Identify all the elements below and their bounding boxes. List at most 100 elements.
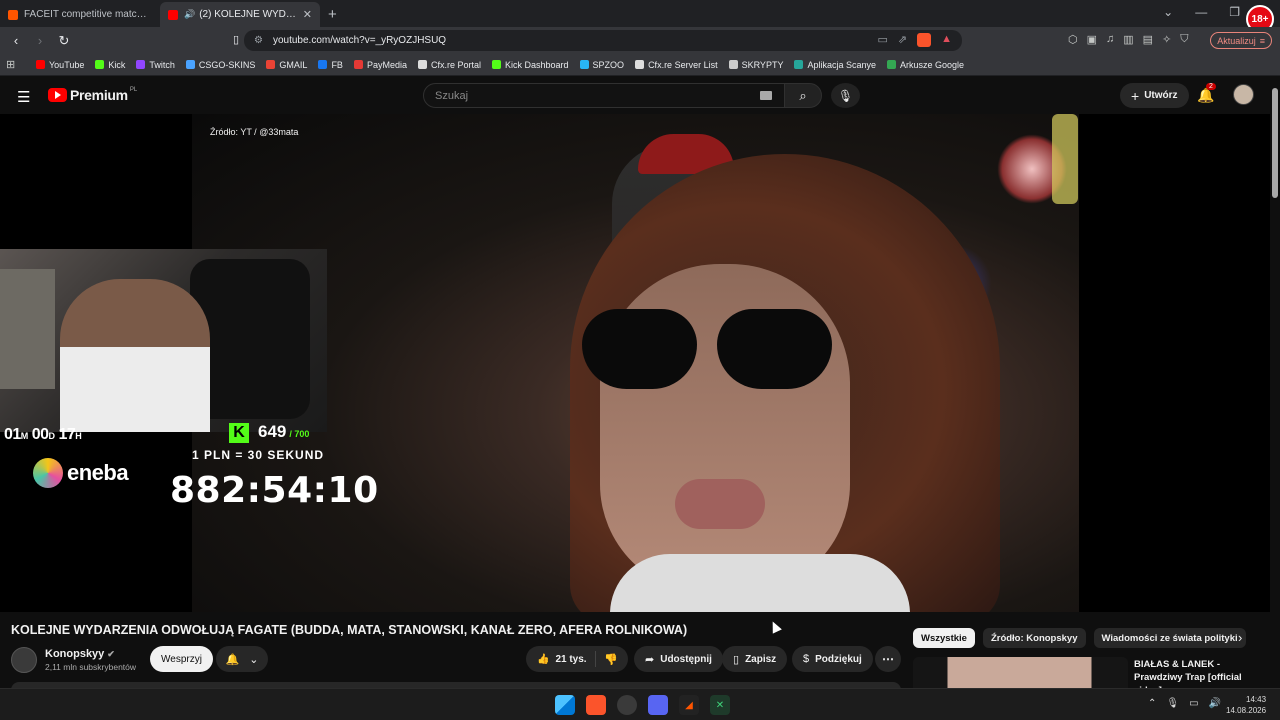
bookmark-favicon-icon	[353, 60, 363, 69]
chip-source[interactable]: Źródło: Konopskyy	[982, 628, 1086, 648]
bookmark-item[interactable]: CSGO-SKINS	[185, 60, 255, 70]
bookmark-item[interactable]: Arkusze Google	[887, 60, 964, 70]
dislike-button[interactable]: 👎	[596, 653, 618, 666]
recommended-thumbnail[interactable]	[913, 657, 1128, 688]
chevron-up-icon[interactable]: ⌃	[1148, 698, 1156, 709]
tab-youtube[interactable]: 🔊 (2) KOLEJNE WYDARZENIA ODWOŁUJĄ FAGATE…	[160, 2, 320, 27]
create-label: Utwórz	[1144, 90, 1178, 101]
obs-icon[interactable]	[617, 695, 637, 715]
video-player[interactable]: Źródło: YT / @33mata 01M 00D 17H K 649 /…	[0, 114, 1270, 612]
bookmark-item[interactable]: Kick	[95, 60, 125, 70]
bookmark-favicon-icon	[492, 60, 501, 69]
volume-icon[interactable]: 🔊	[1209, 698, 1221, 709]
mouse-cursor	[768, 619, 782, 634]
apps-grid-icon[interactable]: ⊞	[6, 58, 18, 71]
verified-icon: ✔	[107, 649, 115, 659]
forward-icon[interactable]: ›	[30, 33, 50, 48]
cast-icon[interactable]: ▭	[877, 33, 887, 47]
notifications-button[interactable]: 🔔 2	[1197, 83, 1216, 104]
vpn-icon[interactable]: ⛉	[1180, 33, 1188, 46]
bookmark-item[interactable]: Kick Dashboard	[492, 60, 569, 70]
channel-name[interactable]: Konopskyy ✔	[45, 648, 115, 660]
chevron-down-icon[interactable]: ⌄	[1163, 5, 1173, 19]
bookmark-icon[interactable]: ▯	[226, 33, 246, 46]
back-icon[interactable]: ‹	[6, 33, 26, 48]
thanks-button[interactable]: $ Podziękuj	[792, 646, 873, 672]
kick-sub-goal: K 649 / 700	[229, 422, 309, 443]
subscription-notification-button[interactable]: 🔔 ⌄	[216, 646, 268, 672]
bookmark-icon: ▯	[733, 653, 740, 666]
youtube-logo[interactable]: Premium PL	[48, 87, 137, 103]
support-button[interactable]: Wesprzyj	[150, 646, 213, 672]
save-button[interactable]: ▯ Zapisz	[722, 646, 788, 672]
reader-icon[interactable]: ▣	[1087, 33, 1097, 46]
tab-faceit[interactable]: FACEIT competitive match - FACEIT.com	[0, 2, 160, 27]
bookmark-item[interactable]: PayMedia	[353, 60, 407, 70]
address-bar[interactable]: ⚙ youtube.com/watch?v=_yRyOZJHSUQ ▭ ⇗ ▲	[244, 30, 962, 51]
excel-icon[interactable]: ✕	[710, 695, 730, 715]
brave-shields-icon[interactable]	[917, 33, 932, 47]
mic-icon[interactable]: 🎙	[1166, 698, 1179, 709]
bookmark-item[interactable]: SPZOO	[579, 60, 624, 70]
share-button[interactable]: ➦ Udostępnij	[634, 646, 723, 672]
chip-all[interactable]: Wszystkie	[913, 628, 975, 648]
minimize-icon[interactable]: —	[1195, 5, 1207, 19]
like-button[interactable]: 👍 21 tys.	[526, 651, 596, 667]
restore-icon[interactable]: ❐	[1229, 5, 1240, 19]
more-actions-button[interactable]: ⋯	[875, 646, 901, 672]
faceit-icon[interactable]: ◢	[679, 695, 699, 715]
chip-politics[interactable]: Wiadomości ze świata polityki	[1093, 628, 1246, 648]
keyboard-icon[interactable]	[760, 91, 772, 100]
save-label: Zapisz	[745, 653, 777, 665]
bookmark-item[interactable]: FB	[318, 60, 343, 70]
create-button[interactable]: + Utwórz	[1120, 83, 1189, 108]
timer-days: 00	[31, 426, 49, 443]
scrollbar[interactable]	[1270, 76, 1280, 688]
bookmark-item[interactable]: Cfx.re Server List	[635, 60, 718, 70]
speaker-icon: 🔊	[184, 9, 196, 19]
brave-icon[interactable]	[586, 695, 606, 715]
reload-icon[interactable]: ↻	[54, 33, 74, 49]
bookmark-item[interactable]: Twitch	[136, 60, 175, 70]
donation-rate: 1 PLN = 30 SEKUND	[192, 448, 325, 462]
channel-avatar[interactable]	[11, 647, 37, 673]
kick-count: 649	[258, 422, 287, 441]
scrollbar-thumb[interactable]	[1272, 88, 1278, 198]
more-icon: ⋯	[882, 652, 894, 666]
update-label: Aktualizuj	[1217, 35, 1256, 46]
bookmark-item[interactable]: SKRYPTY	[728, 60, 783, 70]
bookmark-item[interactable]: Aplikacja Scanye	[794, 60, 876, 70]
brave-rewards-icon[interactable]: ▲	[941, 33, 952, 47]
extensions-icon[interactable]: ⬡	[1068, 33, 1078, 46]
search-input[interactable]: Szukaj	[423, 83, 785, 108]
windows-start-icon[interactable]	[555, 695, 575, 715]
site-info-icon[interactable]: ⚙	[254, 35, 263, 46]
sidebar-icon[interactable]: ▥	[1123, 33, 1133, 46]
bookmark-favicon-icon	[95, 60, 105, 69]
bookmark-item[interactable]: Cfx.re Portal	[417, 60, 481, 70]
avatar[interactable]	[1233, 84, 1254, 105]
close-tab-icon[interactable]: ✕	[303, 8, 312, 21]
timer-unit: H	[75, 431, 82, 441]
bell-icon: 🔔	[225, 653, 240, 666]
update-button[interactable]: Aktualizuj ≡	[1210, 32, 1272, 49]
menu-icon[interactable]: ☰	[17, 88, 30, 106]
network-icon[interactable]: ▭	[1189, 698, 1198, 709]
mic-icon: 🎙	[837, 88, 854, 103]
bookmark-label: Kick Dashboard	[505, 59, 569, 70]
voice-search-button[interactable]: 🎙	[831, 83, 860, 108]
share-icon[interactable]: ⇗	[898, 33, 907, 47]
leo-icon[interactable]: ✧	[1162, 33, 1171, 46]
clock[interactable]: 14:43 14.08.2026	[1226, 694, 1266, 716]
bookmark-item[interactable]: GMAIL	[266, 60, 307, 70]
discord-icon[interactable]	[648, 695, 668, 715]
chevron-right-icon[interactable]: ›	[1238, 630, 1242, 645]
new-tab-button[interactable]: +	[328, 2, 337, 27]
bookmark-item[interactable]: YouTube	[36, 60, 84, 70]
music-icon[interactable]: ♫	[1106, 33, 1114, 46]
timer-unit: D	[48, 431, 56, 441]
search-button[interactable]: ⌕	[784, 83, 822, 108]
recommended-title[interactable]: BIAŁAS & LANEK - Prawdziwy Trap [officia…	[1134, 658, 1264, 688]
wallet-icon[interactable]: ▤	[1143, 33, 1153, 46]
youtube-play-icon	[48, 88, 67, 102]
